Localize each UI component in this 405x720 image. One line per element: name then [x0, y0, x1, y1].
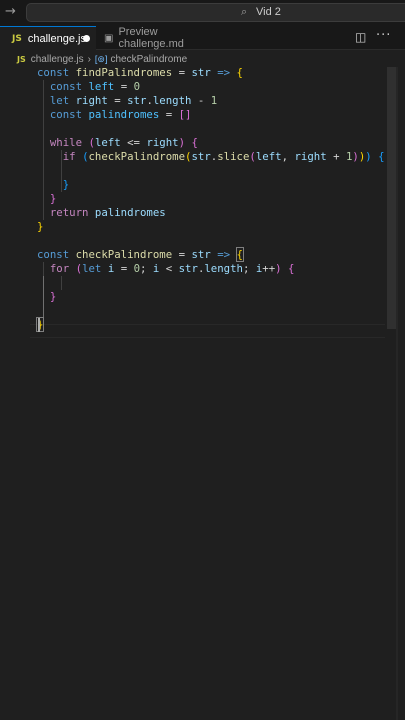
code-line: }: [49, 192, 57, 205]
overview-ruler: [396, 67, 398, 720]
code-line: }: [49, 290, 57, 303]
editor-tab-bar: JS challenge.js ▣ Preview challenge.md: [0, 26, 405, 50]
js-icon: JS: [12, 33, 22, 44]
code-line: if (checkPalindrome(str.slice(left, righ…: [62, 150, 385, 163]
current-line-highlight: [30, 324, 385, 338]
split-editor-icon[interactable]: ◫: [355, 30, 366, 44]
code-line: for (let i = 0; i < str.length; i++) {: [49, 262, 295, 275]
code-line: }: [62, 178, 70, 191]
chevron-right-icon: ›: [87, 53, 91, 65]
more-actions-icon[interactable]: ···: [376, 28, 391, 43]
breadcrumb: JS challenge.js › [⊚] checkPalindrome: [0, 51, 405, 67]
tab-label: challenge.js: [27, 32, 86, 45]
code-line: const findPalindromes = str => {: [37, 66, 243, 79]
markdown-preview-icon: ▣: [104, 32, 114, 44]
tab-challenge-js[interactable]: JS challenge.js: [0, 26, 96, 50]
command-center-text: Vid 2: [256, 6, 281, 18]
code-line: const palindromes = []: [49, 108, 192, 121]
tab-label: Preview challenge.md: [118, 26, 184, 50]
command-center-search[interactable]: ⌕ Vid 2: [26, 3, 405, 22]
title-bar: → ⌕ Vid 2: [0, 0, 405, 26]
indent-guide: [61, 276, 62, 290]
code-line: const left = 0: [49, 80, 140, 93]
code-line: let right = str.length - 1: [49, 94, 218, 107]
forward-arrow-icon[interactable]: →: [5, 4, 16, 19]
variable-symbol-icon: [⊚]: [94, 53, 108, 64]
code-line: while (left <= right) {: [49, 136, 198, 149]
code-line: }: [37, 220, 44, 233]
vertical-scrollbar[interactable]: [387, 67, 396, 329]
js-icon: JS: [17, 54, 26, 64]
code-line: return palindromes: [49, 206, 166, 219]
code-line: const checkPalindrome = str => {: [37, 247, 245, 262]
breadcrumb-symbol[interactable]: checkPalindrome: [110, 54, 187, 65]
tab-preview-challenge-md[interactable]: ▣ Preview challenge.md: [96, 26, 226, 50]
search-icon: ⌕: [241, 5, 248, 18]
breadcrumb-file[interactable]: challenge.js: [31, 54, 84, 65]
code-editor[interactable]: const findPalindromes = str => { const l…: [0, 66, 405, 720]
unsaved-dot-icon[interactable]: [83, 35, 90, 42]
text-cursor: [38, 318, 40, 332]
